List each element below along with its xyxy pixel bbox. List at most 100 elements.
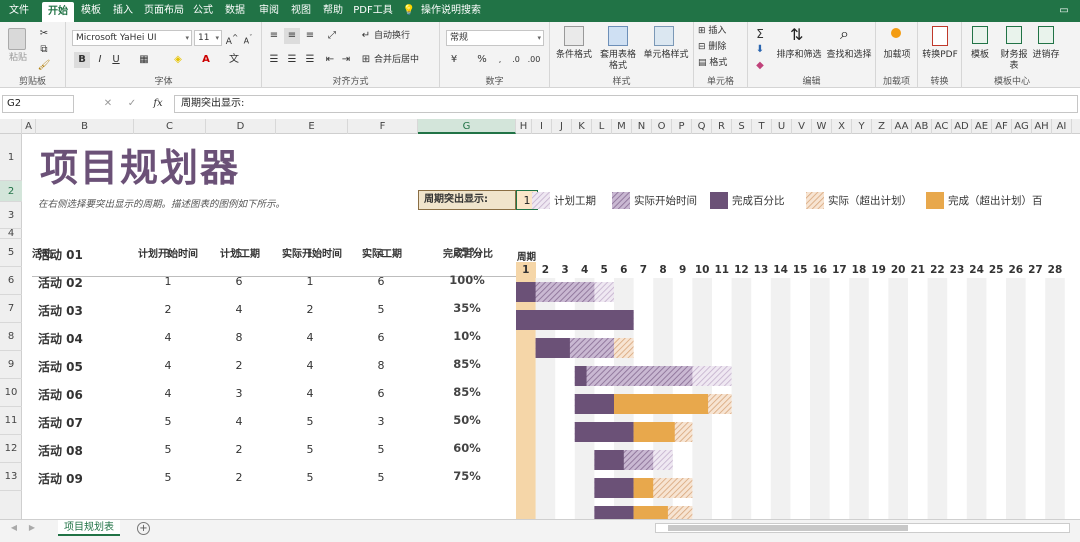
actual-duration-cell[interactable]: 8	[346, 359, 416, 372]
percent-complete-cell[interactable]: 75%	[418, 469, 516, 483]
percent-complete-cell[interactable]: 85%	[418, 357, 516, 371]
plan-start-cell[interactable]: 5	[132, 471, 204, 484]
plan-start-cell[interactable]: 2	[132, 303, 204, 316]
insert-cells-button[interactable]: ⊞ 插入	[698, 26, 744, 37]
merge-center-button[interactable]: 合并后居中	[374, 55, 426, 66]
menu-help[interactable]: 帮助	[320, 0, 346, 22]
font-color-icon[interactable]: A	[198, 52, 214, 68]
column-header-AA[interactable]: AA	[892, 119, 912, 134]
pdf-icon[interactable]	[932, 26, 948, 46]
tell-me-search[interactable]: 操作说明搜索	[420, 0, 482, 22]
autosum-button[interactable]: Σ	[752, 26, 768, 42]
plan-duration-cell[interactable]: 6	[204, 275, 274, 288]
scrollbar-thumb[interactable]	[668, 525, 908, 531]
actual-duration-cell[interactable]: 5	[346, 443, 416, 456]
wrap-text-button[interactable]: 自动换行	[374, 31, 418, 42]
align-top-icon[interactable]: ≡	[266, 28, 282, 44]
plan-start-cell[interactable]: 1	[132, 247, 204, 260]
column-header-AD[interactable]: AD	[952, 119, 972, 134]
percent-complete-cell[interactable]: 85%	[418, 385, 516, 399]
comment-icon[interactable]: ▭	[1056, 0, 1072, 22]
column-header-AG[interactable]: AG	[1012, 119, 1032, 134]
number-format-select[interactable]: 常规 ▾	[446, 30, 544, 46]
sheet-tab-project-planner[interactable]: 项目规划表	[58, 520, 120, 536]
column-header-E[interactable]: E	[276, 119, 348, 134]
find-select-button[interactable]: 查找和选择	[824, 50, 874, 61]
column-header-AI[interactable]: AI	[1052, 119, 1072, 134]
format-painter-icon[interactable]: 🖌	[36, 58, 52, 74]
row-header-7[interactable]: 7	[0, 295, 22, 323]
column-header-C[interactable]: C	[134, 119, 206, 134]
font-size-select[interactable]: 11 ▾	[194, 30, 222, 46]
addin-button[interactable]: 加载项	[878, 50, 916, 61]
plan-duration-cell[interactable]: 3	[204, 387, 274, 400]
actual-start-cell[interactable]: 4	[274, 387, 346, 400]
select-all-corner[interactable]	[0, 119, 22, 134]
column-header-K[interactable]: K	[572, 119, 592, 134]
sort-filter-icon[interactable]: ⇅	[790, 25, 803, 44]
finance-report-icon[interactable]	[1006, 26, 1022, 44]
paste-icon[interactable]	[8, 28, 26, 50]
actual-start-cell[interactable]: 2	[274, 303, 346, 316]
activity-name[interactable]: 活动 01	[38, 246, 118, 263]
actual-start-cell[interactable]: 4	[274, 331, 346, 344]
actual-duration-cell[interactable]: 5	[346, 303, 416, 316]
menu-template[interactable]: 模板	[78, 0, 104, 22]
percent-button[interactable]: %	[474, 52, 490, 68]
row-header-3[interactable]: 3	[0, 202, 22, 229]
column-header-S[interactable]: S	[732, 119, 752, 134]
clear-icon[interactable]: ◆	[752, 58, 768, 74]
row-header-10[interactable]: 10	[0, 379, 22, 407]
column-header-I[interactable]: I	[532, 119, 552, 134]
column-header-P[interactable]: P	[672, 119, 692, 134]
column-header-N[interactable]: N	[632, 119, 652, 134]
finance-report-button[interactable]: 财务报表	[998, 50, 1030, 72]
template-icon[interactable]	[972, 26, 988, 44]
column-header-R[interactable]: R	[712, 119, 732, 134]
plan-duration-cell[interactable]: 4	[204, 415, 274, 428]
row-header-4[interactable]: 4	[0, 229, 22, 239]
actual-duration-cell[interactable]: 6	[346, 331, 416, 344]
inventory-icon[interactable]	[1038, 26, 1054, 44]
column-header-AF[interactable]: AF	[992, 119, 1012, 134]
column-header-AH[interactable]: AH	[1032, 119, 1052, 134]
column-header-AB[interactable]: AB	[912, 119, 932, 134]
horizontal-scrollbar[interactable]	[655, 523, 1070, 533]
border-icon[interactable]: ▦	[136, 52, 152, 68]
plan-start-cell[interactable]: 5	[132, 443, 204, 456]
column-header-V[interactable]: V	[792, 119, 812, 134]
fill-color-icon[interactable]: ◈	[170, 52, 186, 68]
conditional-format-icon[interactable]	[564, 26, 584, 46]
activity-name[interactable]: 活动 02	[38, 274, 118, 291]
actual-start-cell[interactable]: 5	[274, 471, 346, 484]
increase-decimal-icon[interactable]: .0	[508, 52, 524, 68]
name-box[interactable]: G2	[2, 95, 74, 113]
activity-name[interactable]: 活动 05	[38, 358, 118, 375]
actual-start-cell[interactable]: 1	[274, 275, 346, 288]
plan-duration-cell[interactable]: 8	[204, 331, 274, 344]
cut-icon[interactable]: ✂	[36, 26, 52, 42]
bold-button[interactable]: B	[74, 52, 90, 68]
currency-icon[interactable]: ¥	[446, 52, 462, 68]
actual-duration-cell[interactable]: 3	[346, 415, 416, 428]
actual-duration-cell[interactable]: 5	[346, 471, 416, 484]
wrap-text-icon[interactable]: ↵	[358, 28, 374, 44]
align-left-icon[interactable]: ☰	[266, 52, 282, 68]
column-header-D[interactable]: D	[206, 119, 276, 134]
format-table-icon[interactable]	[608, 26, 628, 46]
row-header-5[interactable]: 5	[0, 239, 22, 267]
inventory-button[interactable]: 进销存	[1030, 50, 1062, 61]
font-name-select[interactable]: Microsoft YaHei UI ▾	[72, 30, 192, 46]
actual-start-cell[interactable]: 5	[274, 443, 346, 456]
row-header-1[interactable]: 1	[0, 134, 22, 181]
indent-increase-icon[interactable]: ⇥	[338, 52, 354, 68]
italic-button[interactable]: I	[92, 52, 108, 68]
highlight-label[interactable]: 周期突出显示:	[418, 190, 516, 210]
percent-complete-cell[interactable]: 100%	[418, 273, 516, 287]
template-button[interactable]: 模板	[964, 50, 996, 61]
column-header-T[interactable]: T	[752, 119, 772, 134]
percent-complete-cell[interactable]: 60%	[418, 441, 516, 455]
menu-home[interactable]: 开始	[42, 2, 74, 22]
column-header-O[interactable]: O	[652, 119, 672, 134]
actual-start-cell[interactable]: 1	[274, 247, 346, 260]
